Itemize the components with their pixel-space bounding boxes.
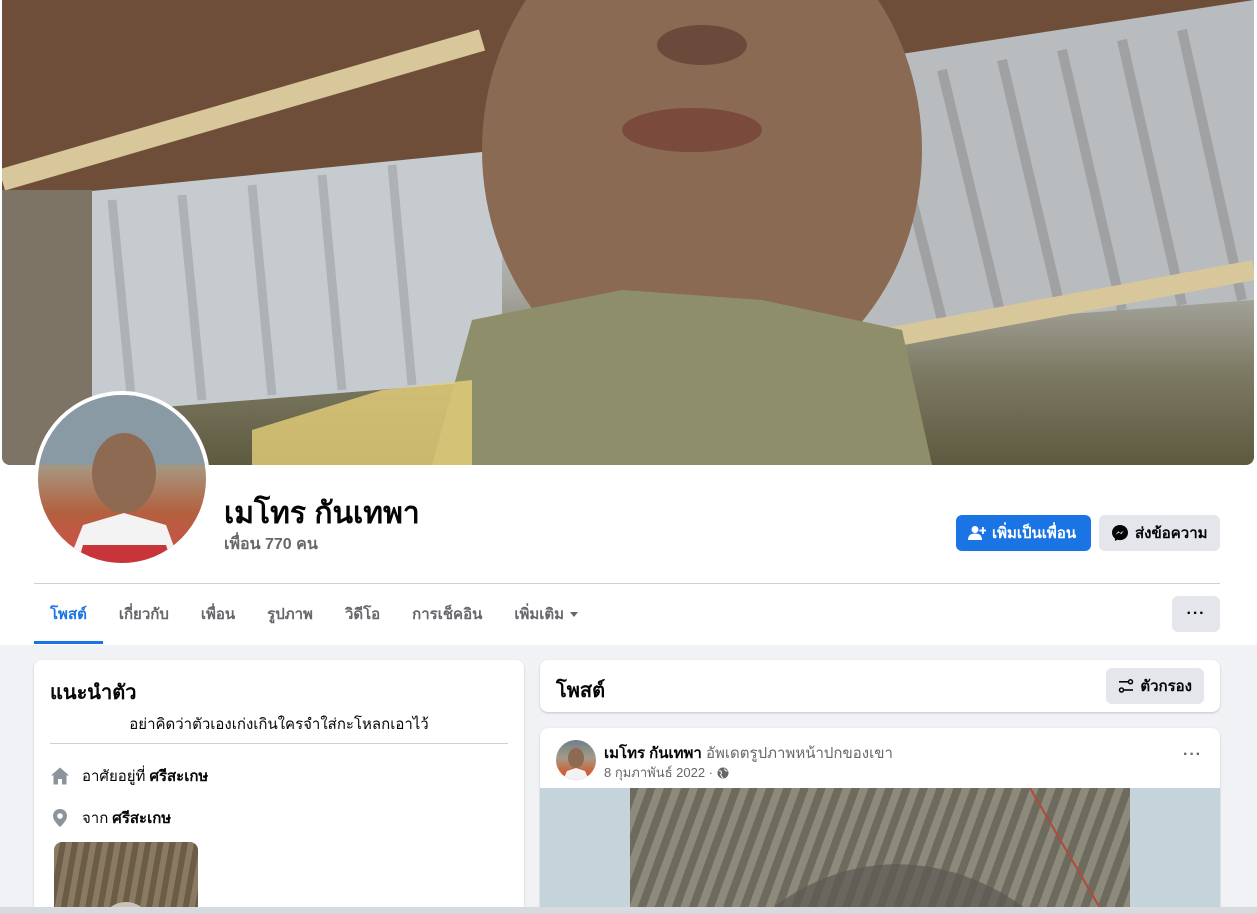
caret-down-icon — [570, 611, 579, 617]
message-button[interactable]: ส่งข้อความ — [1099, 515, 1220, 551]
post-image-illustration — [765, 787, 1101, 914]
tab-more-label: เพิ่มเติม — [514, 606, 565, 623]
featured-photo[interactable] — [54, 842, 198, 914]
intro-divider — [50, 743, 508, 744]
message-label: ส่งข้อความ — [1135, 525, 1208, 542]
intro-title: แนะนำตัว — [50, 682, 137, 704]
from-prefix: จาก — [82, 810, 109, 827]
messenger-icon — [1112, 525, 1128, 541]
post-author-avatar[interactable] — [556, 740, 596, 780]
posts-title: โพสต์ — [556, 680, 606, 702]
post-image[interactable] — [630, 787, 1130, 914]
tab-posts-label: โพสต์ — [50, 606, 87, 623]
filter-icon — [1119, 679, 1134, 693]
avatar-portrait — [38, 395, 206, 563]
posts-header-card: โพสต์ ตัวกรอง — [540, 660, 1220, 712]
tab-videos-label: วิดีโอ — [344, 606, 381, 623]
filter-label: ตัวกรอง — [1140, 678, 1192, 695]
tab-checkins-label: การเช็คอิน — [412, 606, 483, 623]
location-pin-icon — [53, 809, 67, 827]
tab-videos[interactable]: วิดีโอ — [329, 584, 396, 644]
featured-photo-illustration — [105, 902, 147, 914]
home-icon — [51, 767, 69, 785]
tab-photos[interactable]: รูปภาพ — [251, 584, 329, 644]
post-avatar-portrait — [563, 748, 589, 780]
tab-friends[interactable]: เพื่อน — [185, 584, 251, 644]
tab-more[interactable]: เพิ่มเติม — [498, 584, 594, 644]
more-options-button[interactable]: ··· — [1172, 596, 1220, 632]
tab-checkins[interactable]: การเช็คอิน — [396, 584, 498, 644]
add-friend-label: เพิ่มเป็นเพื่อน — [992, 525, 1077, 542]
lives-in-row: อาศัยอยู่ที่ ศรีสะเกษ — [50, 764, 208, 788]
globe-icon — [717, 767, 729, 778]
tab-friends-label: เพื่อน — [200, 606, 236, 623]
lives-in-value[interactable]: ศรีสะเกษ — [149, 764, 208, 788]
post-action-text: อัพเดตรูปภาพหน้าปกของเขา — [706, 745, 893, 762]
post-author-name[interactable]: เมโทร กันเทพา — [604, 745, 702, 762]
tab-posts[interactable]: โพสต์ — [34, 584, 103, 644]
profile-name: เมโทร กันเทพา — [224, 497, 420, 530]
filter-button[interactable]: ตัวกรอง — [1106, 668, 1204, 704]
from-value[interactable]: ศรีสะเกษ — [112, 806, 171, 830]
tab-about[interactable]: เกี่ยวกับ — [103, 584, 185, 644]
friends-count[interactable]: เพื่อน 770 คน — [224, 532, 318, 557]
post-card: เมโทร กันเทพา อัพเดตรูปภาพหน้าปกของเขา 8… — [540, 728, 1220, 914]
post-date[interactable]: 8 กุมภาพันธ์ 2022 · — [604, 762, 713, 783]
tab-about-label: เกี่ยวกับ — [118, 606, 169, 623]
add-friend-button[interactable]: เพิ่มเป็นเพื่อน — [956, 515, 1091, 551]
cover-photo-illustration — [2, 0, 1254, 465]
from-row: จาก ศรีสะเกษ — [50, 806, 171, 830]
lives-in-prefix: อาศัยอยู่ที่ — [82, 768, 146, 785]
post-meta: 8 กุมภาพันธ์ 2022 · — [604, 762, 729, 783]
cover-photo[interactable] — [2, 0, 1254, 465]
tab-photos-label: รูปภาพ — [267, 606, 313, 623]
profile-avatar[interactable] — [34, 391, 210, 567]
intro-bio: อย่าคิดว่าตัวเองเก่งเกินใครจำใส่กะโหลกเอ… — [129, 716, 429, 733]
post-options-button[interactable]: ··· — [1183, 746, 1202, 764]
window-bottom-edge — [0, 907, 1257, 914]
intro-card: แนะนำตัว อย่าคิดว่าตัวเองเก่งเกินใครจำใส… — [34, 660, 524, 914]
profile-tabs: โพสต์ เกี่ยวกับ เพื่อน รูปภาพ วิดีโอ การ… — [34, 584, 594, 644]
add-friend-icon — [968, 526, 986, 540]
